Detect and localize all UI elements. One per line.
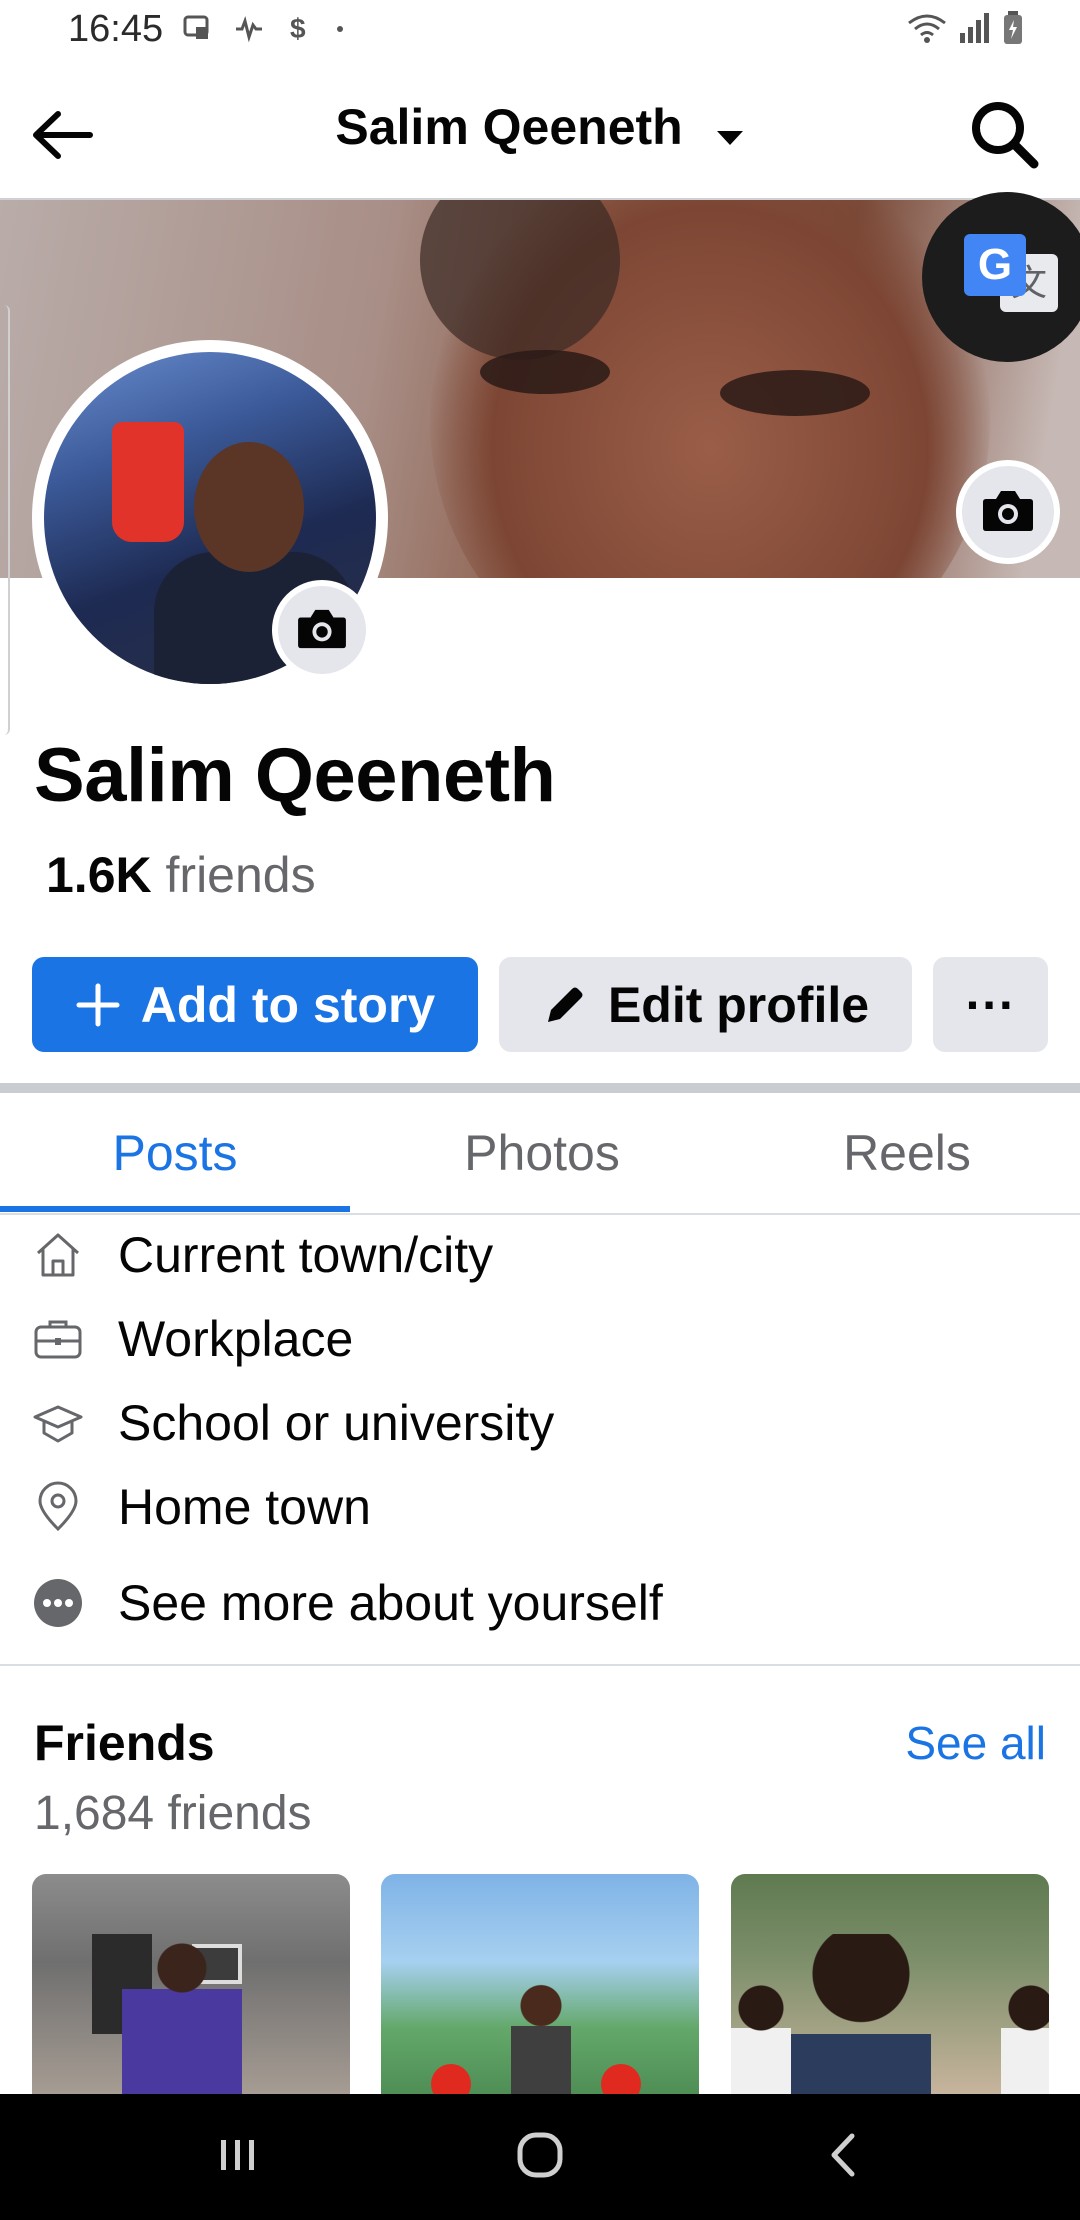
graduation-cap-icon <box>30 1395 86 1451</box>
screen-icon <box>182 13 212 48</box>
camera-icon <box>296 606 348 655</box>
signal-icon <box>958 11 992 50</box>
caret-down-icon <box>715 102 745 160</box>
search-button[interactable] <box>964 94 1044 174</box>
section-divider <box>0 1664 1080 1666</box>
recent-apps-icon <box>213 2130 263 2185</box>
friend-card[interactable] <box>381 1874 699 2094</box>
profile-switcher[interactable]: Salim Qeeneth <box>0 98 1080 160</box>
friends-count-label: 1,684 friends <box>34 1787 312 1840</box>
system-back-button[interactable] <box>782 2124 902 2190</box>
more-options-button[interactable]: ··· <box>933 957 1048 1052</box>
app-bar: Salim Qeeneth <box>0 62 1080 200</box>
app-bar-title: Salim Qeeneth <box>335 99 683 155</box>
chevron-left-icon <box>822 2128 862 2187</box>
friend-card[interactable] <box>32 1874 350 2094</box>
edge-panel-handle[interactable] <box>0 305 10 735</box>
profile-name: Salim Qeeneth <box>34 733 556 818</box>
dot-icon <box>334 22 346 40</box>
detail-see-more[interactable]: See more about yourself <box>0 1563 1080 1643</box>
svg-text:$: $ <box>290 13 306 44</box>
profile-tabs: Posts Photos Reels <box>0 1093 1080 1215</box>
detail-workplace[interactable]: Workplace <box>0 1299 1080 1379</box>
system-nav-bar <box>0 2094 1080 2220</box>
more-options-label: ··· <box>965 976 1016 1033</box>
dollar-icon: $ <box>286 12 312 49</box>
wifi-icon <box>906 11 948 50</box>
friends-summary[interactable]: 1.6K friends <box>46 846 316 904</box>
briefcase-icon <box>30 1311 86 1367</box>
pencil-icon <box>542 982 588 1028</box>
tab-posts[interactable]: Posts <box>0 1093 350 1213</box>
home-circle-icon <box>513 2128 567 2187</box>
tab-reels[interactable]: Reels <box>732 1093 1080 1213</box>
camera-icon <box>981 487 1035 538</box>
activity-icon <box>234 13 264 48</box>
add-to-story-button[interactable]: Add to story <box>32 957 478 1052</box>
edit-profile-button[interactable]: Edit profile <box>499 957 912 1052</box>
add-to-story-label: Add to story <box>140 976 436 1033</box>
edit-profile-label: Edit profile <box>607 976 870 1033</box>
home-button[interactable] <box>480 2124 600 2190</box>
friends-label: friends <box>165 847 316 903</box>
translate-floating-button[interactable]: 文 G <box>922 192 1080 362</box>
home-icon <box>30 1227 86 1283</box>
detail-school[interactable]: School or university <box>0 1383 1080 1463</box>
more-circle-icon <box>30 1575 86 1631</box>
battery-icon <box>1002 10 1024 51</box>
detail-home-town[interactable]: Home town <box>0 1467 1080 1547</box>
active-tab-indicator <box>0 1206 350 1212</box>
plus-icon <box>75 982 121 1028</box>
friends-section-title: Friends <box>34 1715 215 1771</box>
tab-photos[interactable]: Photos <box>367 1093 717 1213</box>
status-bar: 16:45 $ <box>0 0 1080 62</box>
see-all-friends-link[interactable]: See all <box>905 1716 1046 1770</box>
section-divider <box>0 1083 1080 1093</box>
recent-apps-button[interactable] <box>178 2124 298 2190</box>
search-icon <box>964 102 1044 178</box>
edit-profile-picture-button[interactable] <box>272 580 372 680</box>
friends-count: 1.6K <box>46 847 152 903</box>
location-pin-icon <box>30 1479 86 1535</box>
detail-current-town[interactable]: Current town/city <box>0 1215 1080 1295</box>
status-time: 16:45 <box>68 8 164 50</box>
edit-cover-button[interactable] <box>956 460 1060 564</box>
friend-card[interactable] <box>731 1874 1049 2094</box>
